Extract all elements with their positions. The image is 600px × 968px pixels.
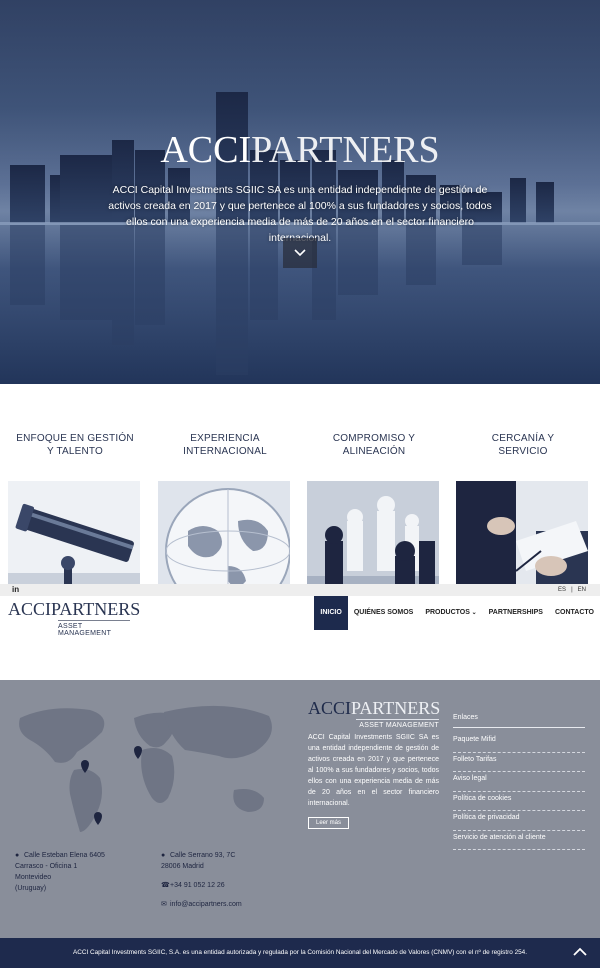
feature-commitment: COMPROMISO Y ALINEACIÓN (307, 432, 441, 599)
nav-item-quienes-somos[interactable]: QUIÉNES SOMOS (348, 596, 420, 630)
footer-logo: ACCIPARTNERS ASSET MANAGEMENT (308, 698, 441, 729)
feature-title-line2: INTERNACIONAL (183, 446, 267, 457)
phone-icon: ☎ (161, 882, 170, 889)
footer-description: ACCI Capital Investments SGIIC SA es una… (308, 734, 439, 807)
footer-link-mifid[interactable]: Paquete Mifid (453, 733, 585, 753)
feature-title: ENFOQUE EN GESTIÓN Y TALENTO (8, 432, 142, 464)
legal-text: ACCI Capital Investments SGIIC, S.A. es … (72, 949, 528, 956)
nav-logo-name: ACCIPARTNERS (8, 599, 140, 620)
footer-logo-bold: ACCI (308, 698, 352, 718)
feature-title: COMPROMISO Y ALINEACIÓN (307, 432, 441, 464)
social-language-bar: in ES | EN (0, 584, 600, 596)
nav-menu: INICIO QUIÉNES SOMOS PRODUCTOS ⌄ PARTNER… (314, 596, 600, 630)
feature-title-line1: ENFOQUE EN GESTIÓN (16, 433, 134, 444)
footer-link-tarifas[interactable]: Folleto Tarifas (453, 753, 585, 772)
nav-logo-light: PARTNERS (51, 599, 141, 619)
main-navbar: ACCIPARTNERS ASSET MANAGEMENT INICIO QUI… (0, 596, 600, 680)
email-link[interactable]: info@accipartners.com (170, 901, 242, 908)
phone-number[interactable]: +34 91 052 12 26 (170, 882, 225, 889)
footer-links-title: Enlaces (453, 714, 585, 728)
globe-image (158, 481, 290, 599)
footer-link-aviso-legal[interactable]: Aviso legal (453, 772, 585, 792)
map-pin-icon: ● (15, 852, 20, 859)
footer-logo-light: PARTNERS (351, 698, 441, 718)
chevron-up-icon (573, 947, 587, 956)
read-more-button[interactable]: Leer más (308, 817, 350, 829)
feature-title-line2: ALINEACIÓN (342, 446, 406, 457)
chess-image (307, 481, 439, 599)
handshake-image (456, 481, 588, 599)
nav-item-inicio[interactable]: INICIO (314, 596, 348, 630)
feature-title-line1: CERCANÍA Y (491, 433, 555, 444)
map-pin-icon: ● (161, 852, 166, 859)
address-line: Calle Esteban Elena 6405 (24, 852, 105, 859)
back-to-top-button[interactable] (566, 938, 594, 964)
mail-icon: ✉ (161, 901, 167, 908)
footer-link-atencion-cliente[interactable]: Servicio de atención al cliente (453, 831, 585, 850)
footer-logo-sub: ASSET MANAGEMENT (356, 719, 439, 729)
address-madrid: ● Calle Serrano 93, 7C 28006 Madrid (161, 850, 235, 872)
lang-en-link[interactable]: EN (578, 587, 586, 593)
lang-separator: | (571, 587, 573, 593)
address-line: Carrasco - Oficina 1 (15, 863, 78, 870)
nav-logo-sub: ASSET MANAGEMENT (58, 620, 130, 637)
feature-title: EXPERIENCIA INTERNACIONAL (158, 432, 292, 464)
language-switcher: ES | EN (558, 584, 586, 596)
footer-link-privacidad[interactable]: Política de privacidad (453, 811, 585, 831)
chevron-down-icon: ⌄ (469, 610, 477, 616)
email-info: ✉ info@accipartners.com (161, 899, 242, 910)
nav-item-productos-label: PRODUCTOS (425, 609, 470, 616)
hero-logo-light: PARTNERS (251, 129, 440, 171)
feature-management: ENFOQUE EN GESTIÓN Y TALENTO (8, 432, 142, 599)
world-map-image (19, 705, 272, 832)
feature-title: CERCANÍA Y SERVICIO (456, 432, 590, 464)
feature-title-line2: Y TALENTO (46, 446, 104, 457)
hero-description: ACCI Capital Investments SGIIC SA es una… (108, 184, 492, 244)
footer-link-cookies[interactable]: Política de cookies (453, 792, 585, 811)
footer-logo-name: ACCIPARTNERS (308, 698, 441, 719)
hero-logo: ACCIPARTNERS (0, 128, 600, 172)
feature-international: EXPERIENCIA INTERNACIONAL (158, 432, 292, 599)
telescope-image (8, 481, 140, 599)
nav-item-contacto[interactable]: CONTACTO (549, 596, 600, 630)
legal-bar: ACCI Capital Investments SGIIC, S.A. es … (0, 938, 600, 968)
feature-title-line1: COMPROMISO Y (332, 433, 416, 444)
address-line: Calle Serrano 93, 7C (170, 852, 236, 859)
scroll-down-button[interactable] (283, 238, 317, 268)
address-line: Montevideo (15, 874, 52, 881)
nav-item-partnerships[interactable]: PARTNERSHIPS (483, 596, 549, 630)
footer: ● Calle Esteban Elena 6405 Carrasco - Ofi… (0, 680, 600, 938)
nav-item-productos[interactable]: PRODUCTOS ⌄ (419, 596, 482, 630)
features-section: ENFOQUE EN GESTIÓN Y TALENTO EXPERIENCIA… (0, 384, 600, 599)
lang-es-link[interactable]: ES (558, 587, 566, 593)
chevron-down-icon (294, 249, 306, 257)
address-line: 28006 Madrid (161, 863, 204, 870)
footer-links: Enlaces Paquete Mifid Folleto Tarifas Av… (453, 714, 585, 850)
feature-title-line1: EXPERIENCIA (190, 433, 260, 444)
linkedin-icon[interactable]: in (12, 584, 19, 596)
nav-logo[interactable]: ACCIPARTNERS ASSET MANAGEMENT (8, 599, 140, 637)
feature-service: CERCANÍA Y SERVICIO (456, 432, 590, 599)
phone-info: ☎+34 91 052 12 26 (161, 880, 225, 891)
nav-logo-bold: ACCI (8, 599, 52, 619)
address-uruguay: ● Calle Esteban Elena 6405 Carrasco - Ofi… (15, 850, 105, 894)
hero-logo-bold: ACCI (160, 129, 252, 171)
feature-title-line2: SERVICIO (498, 446, 548, 457)
address-line: (Uruguay) (15, 885, 47, 892)
hero-section: ACCIPARTNERS ACCI Capital Investments SG… (0, 0, 600, 384)
